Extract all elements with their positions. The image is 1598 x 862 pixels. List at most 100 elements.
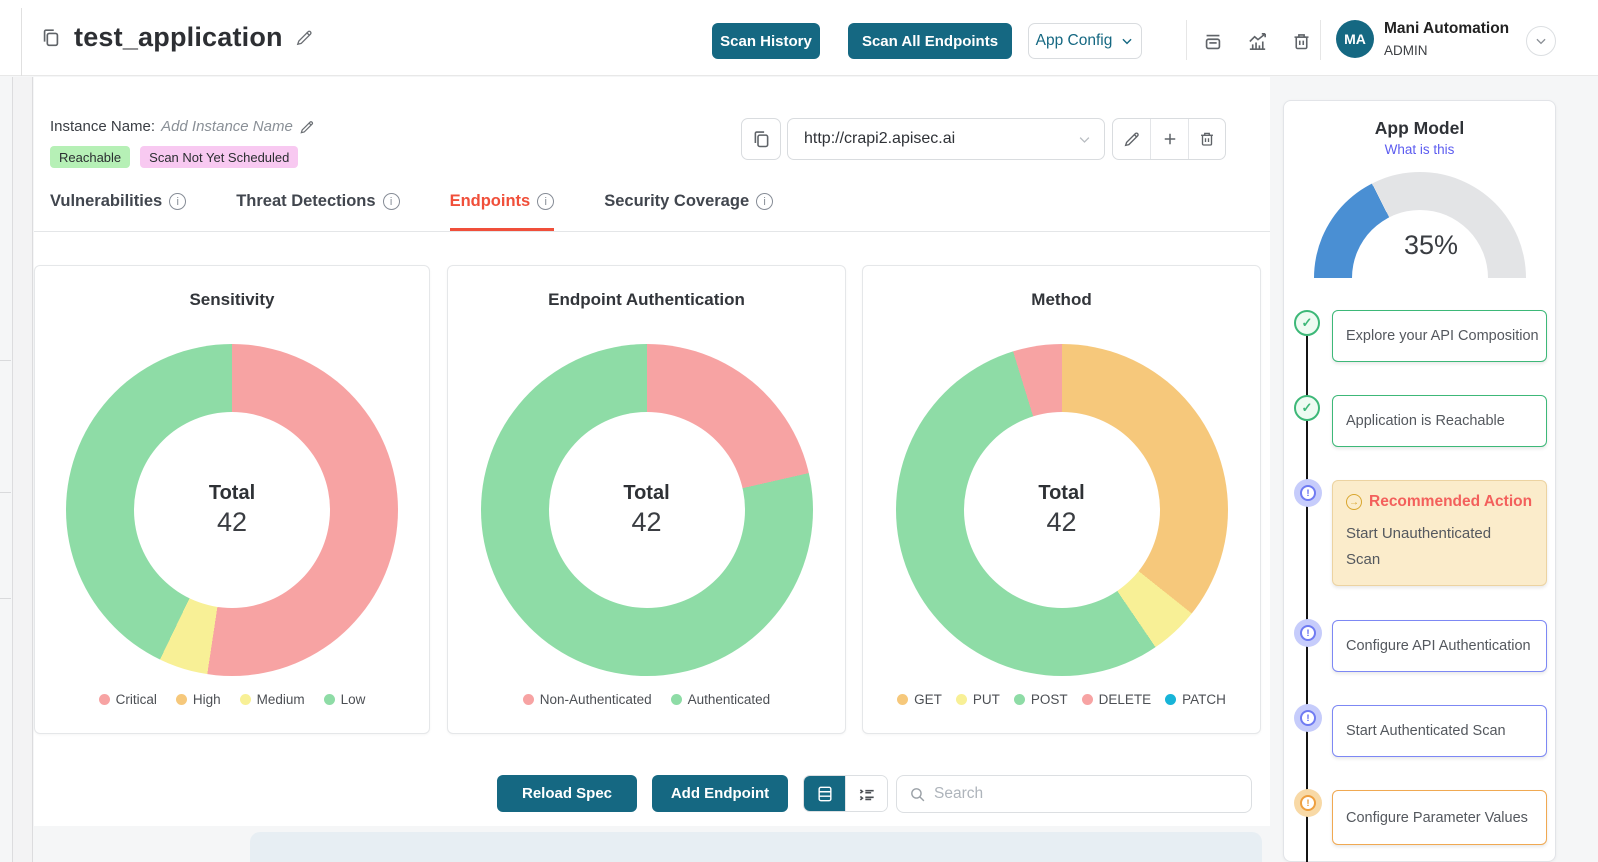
- url-actions-group: [1112, 118, 1226, 160]
- copy-app-name-icon[interactable]: [40, 27, 62, 49]
- avatar[interactable]: MA: [1336, 20, 1374, 58]
- tab-label: Security Coverage: [604, 192, 749, 211]
- legend-item[interactable]: Critical: [99, 692, 157, 707]
- tab-security-coverage[interactable]: Security Coverage i: [604, 192, 773, 231]
- step-app-reachable[interactable]: Application is Reachable: [1332, 395, 1547, 447]
- legend-label: Medium: [257, 692, 305, 707]
- tab-endpoints[interactable]: Endpoints i: [450, 192, 555, 231]
- legend-label: Critical: [116, 692, 157, 707]
- legend: Critical High Medium Low: [35, 692, 429, 707]
- legend-item[interactable]: Non-Authenticated: [523, 692, 652, 707]
- legend-dot: [956, 694, 967, 705]
- step-done-icon: ✓: [1294, 310, 1320, 336]
- gauge-percent: 35%: [1404, 230, 1458, 261]
- tab-bar: Vulnerabilities i Threat Detections i En…: [50, 192, 773, 231]
- delete-app-icon[interactable]: [1291, 30, 1312, 53]
- reload-spec-button[interactable]: Reload Spec: [497, 775, 637, 812]
- add-endpoint-button[interactable]: Add Endpoint: [652, 775, 788, 812]
- header-divider-1: [1186, 20, 1187, 60]
- donut-center: Total 42: [549, 412, 745, 608]
- legend-item[interactable]: Authenticated: [671, 692, 771, 707]
- step-configure-params[interactable]: Configure Parameter Values: [1332, 790, 1547, 845]
- edit-instance-name-icon[interactable]: [299, 119, 315, 135]
- step-start-auth-scan[interactable]: Start Authenticated Scan: [1332, 705, 1547, 757]
- user-menu-chevron[interactable]: [1526, 26, 1556, 56]
- tab-vulnerabilities[interactable]: Vulnerabilities i: [50, 192, 186, 231]
- step-alert-icon: !: [1294, 479, 1322, 507]
- legend-dot: [523, 694, 534, 705]
- step-label: Application is Reachable: [1346, 413, 1505, 429]
- gutter-row-line: [0, 598, 11, 599]
- user-role: ADMIN: [1384, 43, 1428, 58]
- app-root: test_application Scan History Scan All E…: [0, 0, 1598, 862]
- table-view-icon: [815, 784, 835, 804]
- gutter-row-line: [0, 360, 11, 361]
- step-done-icon: ✓: [1294, 395, 1320, 421]
- legend-label: DELETE: [1099, 692, 1152, 707]
- legend-label: POST: [1031, 692, 1068, 707]
- tabs-underline: [34, 231, 1270, 232]
- chevron-down-icon: [1120, 34, 1134, 48]
- legend-item[interactable]: Low: [324, 692, 366, 707]
- info-icon[interactable]: i: [756, 193, 773, 210]
- step-alert-icon: !: [1294, 619, 1322, 647]
- step-configure-auth[interactable]: Configure API Authentication: [1332, 620, 1547, 672]
- legend-item[interactable]: High: [176, 692, 221, 707]
- tab-threat-detections[interactable]: Threat Detections i: [236, 192, 399, 231]
- legend-item[interactable]: POST: [1014, 692, 1068, 707]
- table-view-toggle[interactable]: [804, 776, 845, 811]
- list-view-icon: [857, 784, 877, 804]
- list-view-toggle[interactable]: [845, 776, 887, 811]
- legend-item[interactable]: PUT: [956, 692, 1000, 707]
- chart-title: Method: [863, 290, 1260, 310]
- legend-label: Authenticated: [688, 692, 771, 707]
- scan-status-badge: Scan Not Yet Scheduled: [140, 146, 298, 168]
- endpoint-auth-donut-chart: Total 42: [481, 344, 813, 676]
- reachable-badge: Reachable: [50, 146, 130, 168]
- add-url-button[interactable]: [1150, 119, 1187, 159]
- legend-dot: [176, 694, 187, 705]
- info-icon[interactable]: i: [537, 193, 554, 210]
- donut-total-value: 42: [217, 507, 247, 538]
- user-name: Mani Automation: [1384, 20, 1509, 38]
- edit-app-name-icon[interactable]: [295, 28, 314, 47]
- endpoint-table-header: [250, 832, 1262, 862]
- legend-item[interactable]: PATCH: [1165, 692, 1226, 707]
- legend-item[interactable]: DELETE: [1082, 692, 1152, 707]
- edit-url-button[interactable]: [1113, 119, 1150, 159]
- donut-center: Total 42: [134, 412, 330, 608]
- step-label: Configure API Authentication: [1346, 638, 1531, 654]
- legend-item[interactable]: Medium: [240, 692, 305, 707]
- scan-all-endpoints-button[interactable]: Scan All Endpoints: [848, 23, 1012, 59]
- legend-label: Low: [341, 692, 366, 707]
- print-icon[interactable]: [1202, 30, 1224, 53]
- step-label: Start Unauthenticated Scan: [1346, 521, 1526, 574]
- legend: Non-Authenticated Authenticated: [448, 692, 845, 707]
- app-config-dropdown[interactable]: App Config: [1028, 23, 1142, 59]
- scan-history-button[interactable]: Scan History: [712, 23, 820, 59]
- instance-name-row: Instance Name: Add Instance Name: [50, 118, 315, 135]
- chart-title: Endpoint Authentication: [448, 290, 845, 310]
- what-is-this-link[interactable]: What is this: [1283, 142, 1556, 157]
- host-url-select[interactable]: http://crapi2.apisec.ai: [787, 118, 1105, 160]
- search-input[interactable]: [934, 785, 1239, 803]
- analytics-icon[interactable]: [1246, 30, 1269, 53]
- title-row: test_application: [40, 22, 314, 53]
- legend-dot: [240, 694, 251, 705]
- copy-url-button[interactable]: [741, 118, 781, 160]
- search-icon: [909, 786, 926, 803]
- donut-total-label: Total: [209, 482, 255, 505]
- view-toggle: [803, 775, 888, 812]
- step-explore-api[interactable]: Explore your API Composition: [1332, 310, 1547, 362]
- collapsed-left-panel: [12, 77, 33, 862]
- instance-name-placeholder[interactable]: Add Instance Name: [161, 118, 293, 135]
- info-icon[interactable]: i: [169, 193, 186, 210]
- method-card: Method Total 42 GET PUT POST DELETE PATC…: [862, 265, 1261, 734]
- info-icon[interactable]: i: [383, 193, 400, 210]
- legend-item[interactable]: GET: [897, 692, 942, 707]
- legend-label: PUT: [973, 692, 1000, 707]
- step-label: Start Authenticated Scan: [1346, 723, 1506, 739]
- host-url-value: http://crapi2.apisec.ai: [788, 130, 1077, 148]
- step-start-unauth-scan[interactable]: → Recommended Action Start Unauthenticat…: [1332, 480, 1547, 586]
- delete-url-button[interactable]: [1188, 119, 1225, 159]
